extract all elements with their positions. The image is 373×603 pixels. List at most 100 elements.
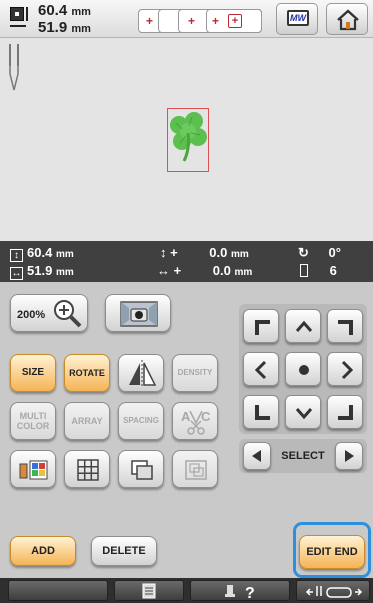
move-up-left-button[interactable] [243,309,279,343]
move-down-left-button[interactable] [243,395,279,429]
chevron-up-icon [295,320,313,332]
chevron-right-icon [341,360,354,380]
frame-marker-selected: + [228,14,242,28]
corner-down-left-icon [255,405,270,420]
clover-design-icon [170,112,207,162]
array-button[interactable]: ARRAY [64,402,110,440]
horizontal-offset-unit: mm [234,267,253,278]
info-height-value: 60.4 [27,245,53,260]
array-label: ARRAY [71,416,103,426]
density-label: DENSITY [177,368,213,377]
chevron-down-icon [295,408,313,420]
corner-up-left-icon [255,320,270,335]
spacing-label: SPACING [123,416,159,425]
rotation-value: 0° [328,245,341,260]
size-button[interactable]: SIZE [10,354,56,392]
rotate-label: ROTATE [69,368,105,378]
multi-color-button[interactable]: MULTI COLOR [10,402,56,440]
rotation-icon: ↻ [298,245,309,260]
width-icon: ↔ [10,267,23,280]
svg-text:?: ? [245,585,255,600]
corner-down-right-icon [338,405,353,420]
multi-color-label: MULTI COLOR [16,411,50,431]
delete-button[interactable]: DELETE [91,536,157,566]
design-height-value: 51.9 [38,19,68,36]
home-button[interactable] [326,3,368,35]
help-button[interactable]: ? [190,580,290,601]
triangle-right-icon [345,450,354,462]
select-previous-button[interactable] [243,442,271,470]
frame-marker-2: + [188,14,196,28]
move-up-button[interactable] [285,309,321,343]
move-left-button[interactable] [243,352,279,386]
mirror-icon [129,360,157,388]
info-width-value: 51.9 [27,263,53,278]
thread-spool-icon [300,264,308,277]
design-height-unit: mm [71,23,91,35]
vertical-offset-prefix: + [170,245,178,260]
footer-blank-button[interactable] [8,580,108,601]
info-width-unit: mm [55,267,74,278]
frame-marker-1: + [146,14,154,28]
center-button[interactable] [285,352,321,386]
corner-up-right-icon [338,320,353,335]
triangle-left-icon [252,450,261,462]
chevron-left-icon [254,360,267,380]
embroidery-frame-display: + + + + [138,9,262,33]
select-label: SELECT [281,450,325,462]
add-label: ADD [31,545,55,557]
add-button[interactable]: ADD [10,536,76,566]
center-dot-icon [299,365,309,375]
mirror-button[interactable] [118,354,164,392]
border-button[interactable] [118,450,164,488]
height-icon: ↕ [10,249,23,262]
move-arrow-pad [239,304,367,434]
edit-end-highlight [293,522,371,578]
selected-design-frame[interactable] [167,108,209,172]
grid-button[interactable] [64,450,110,488]
group-button[interactable] [172,450,218,488]
rotate-button[interactable]: ROTATE [64,354,110,392]
vertical-offset-icon: ↕ [160,245,167,260]
select-next-button[interactable] [335,442,363,470]
settings-list-button[interactable] [114,580,184,601]
letter-spacing-button[interactable]: A C [172,402,218,440]
group-icon [185,460,207,480]
horizontal-offset-icon: ↔ [157,263,170,278]
move-right-button[interactable] [327,352,363,386]
design-width-value: 60.4 [38,2,68,19]
bottom-toolbar: ? [0,578,373,603]
list-icon [142,583,156,599]
presser-foot-button[interactable] [296,580,370,601]
thread-color-icon [19,460,48,480]
thread-color-button[interactable] [10,450,56,488]
home-icon [337,9,359,31]
embroidery-size-icon [10,7,32,31]
camera-icon [120,301,158,327]
horizontal-offset-value: 0.0 [212,263,231,278]
size-label: SIZE [21,367,45,378]
machine-help-icon: ? [225,585,255,600]
presser-foot-icon [305,586,363,598]
magnifier-plus-icon [54,300,82,328]
zoom-button[interactable]: 200% [10,294,88,332]
design-info-bar: ↕ 60.4 mm ↔ 51.9 mm ↕ + 0.0 mm ↔ + 0.0 mm … [0,241,373,282]
density-button[interactable]: DENSITY [172,354,218,392]
embroidery-preview-area[interactable] [0,38,373,241]
frame-marker-3: + [212,14,220,28]
move-up-right-button[interactable] [327,309,363,343]
vertical-offset-unit: mm [230,249,249,260]
border-icon [131,460,153,480]
vertical-offset-value: 0.0 [209,245,228,260]
camera-view-button[interactable] [105,294,171,332]
spacing-button[interactable]: SPACING [118,402,164,440]
color-count-value: 6 [329,263,337,278]
move-down-right-button[interactable] [327,395,363,429]
grid-icon [77,459,99,481]
delete-label: DELETE [102,545,146,557]
monitor-icon: MW [287,10,309,26]
move-down-button[interactable] [285,395,321,429]
info-height-unit: mm [55,249,74,260]
design-dimensions: 60.4 mm 51.9 mm [38,3,91,37]
monitor-button[interactable]: MW [276,3,318,35]
